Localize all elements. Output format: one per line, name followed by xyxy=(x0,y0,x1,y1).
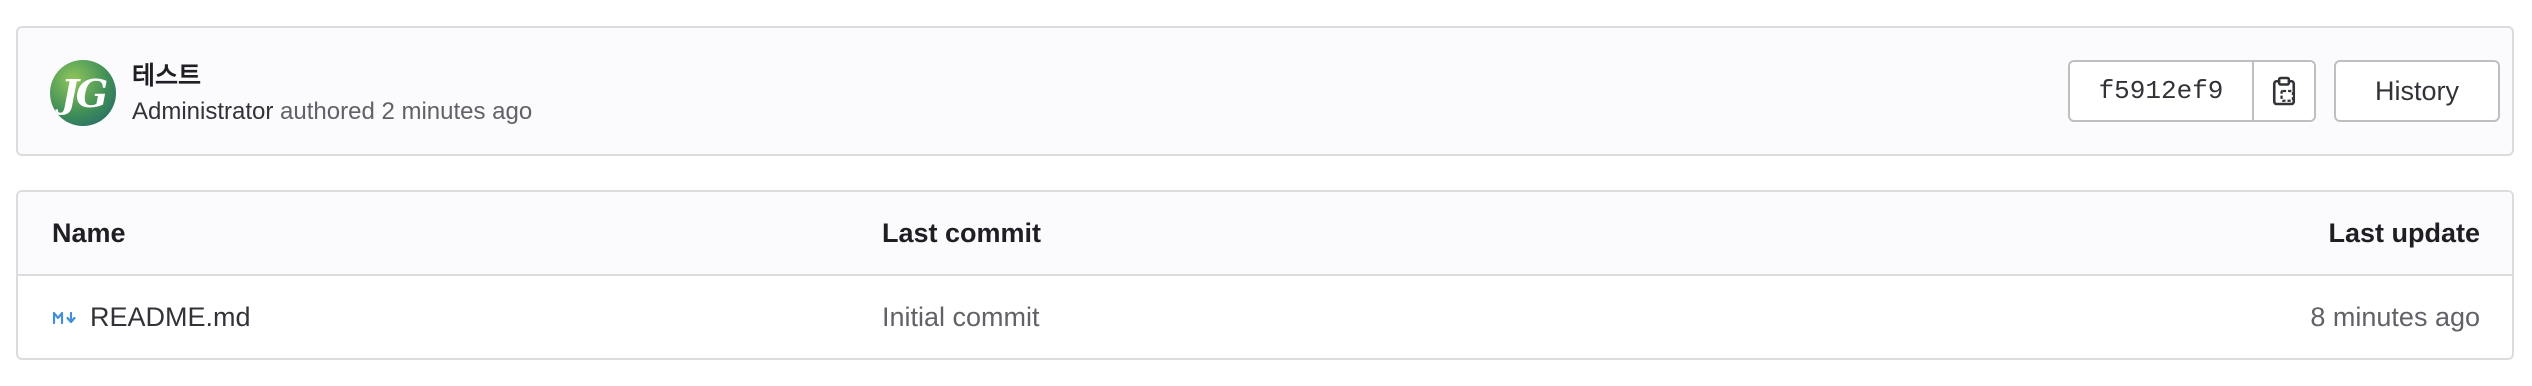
commit-title-link[interactable]: 테스트 xyxy=(132,56,201,92)
table-row: README.md Initial commit 8 minutes ago xyxy=(18,278,2512,358)
markdown-icon xyxy=(52,308,80,328)
copy-sha-button[interactable] xyxy=(2254,62,2314,120)
file-tree-table: Name Last commit Last update README.md I… xyxy=(16,190,2514,360)
column-header-last-update: Last update xyxy=(2328,218,2480,248)
last-commit-message-link[interactable]: Initial commit xyxy=(882,302,1040,333)
file-link-readme[interactable]: README.md xyxy=(52,302,251,333)
commit-sha-link[interactable]: f5912ef9 xyxy=(2070,62,2254,120)
commit-meta: Administrator authored 2 minutes ago xyxy=(132,98,532,126)
table-header: Name Last commit Last update xyxy=(18,192,2512,276)
commit-authored-text: authored 2 minutes ago xyxy=(273,98,533,125)
clipboard-icon xyxy=(2272,76,2296,106)
file-name: README.md xyxy=(90,302,251,332)
last-commit-card: JG 테스트 Administrator authored 2 minutes … xyxy=(16,26,2514,156)
author-avatar[interactable]: JG xyxy=(50,60,116,126)
column-header-last-commit: Last commit xyxy=(882,218,1042,248)
history-button[interactable]: History xyxy=(2334,60,2500,122)
avatar-initials: JG xyxy=(60,70,108,116)
last-update-time: 8 minutes ago xyxy=(2310,302,2480,332)
commit-author-link[interactable]: Administrator xyxy=(132,98,273,125)
commit-sha-group: f5912ef9 xyxy=(2068,60,2316,122)
column-header-name: Name xyxy=(52,218,126,248)
